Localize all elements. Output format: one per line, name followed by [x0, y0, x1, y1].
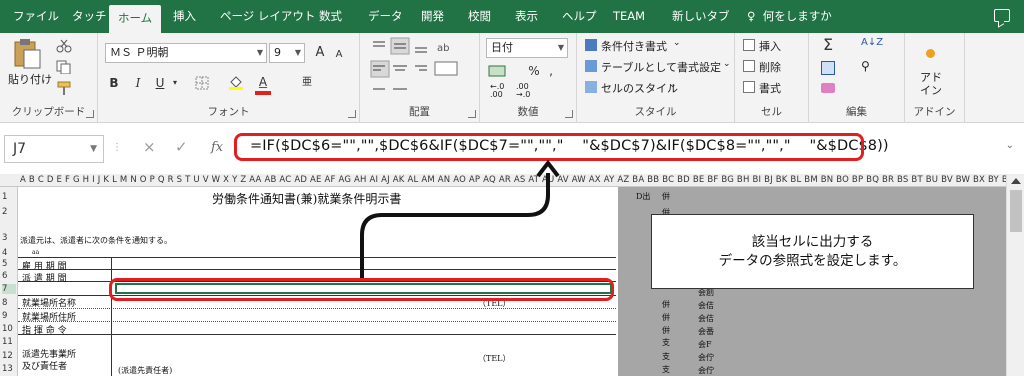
callout-line-2: データの参照式を設定します。: [718, 253, 907, 269]
vertical-scrollbar[interactable]: [1006, 174, 1024, 376]
callout-line-1: 該当セルに出力する: [751, 234, 874, 250]
arrow-icon: [360, 159, 560, 278]
scroll-up-icon[interactable]: [1011, 178, 1021, 184]
callout-box: 該当セルに出力する データの参照式を設定します。: [651, 214, 974, 289]
scroll-thumb[interactable]: [1010, 190, 1022, 232]
